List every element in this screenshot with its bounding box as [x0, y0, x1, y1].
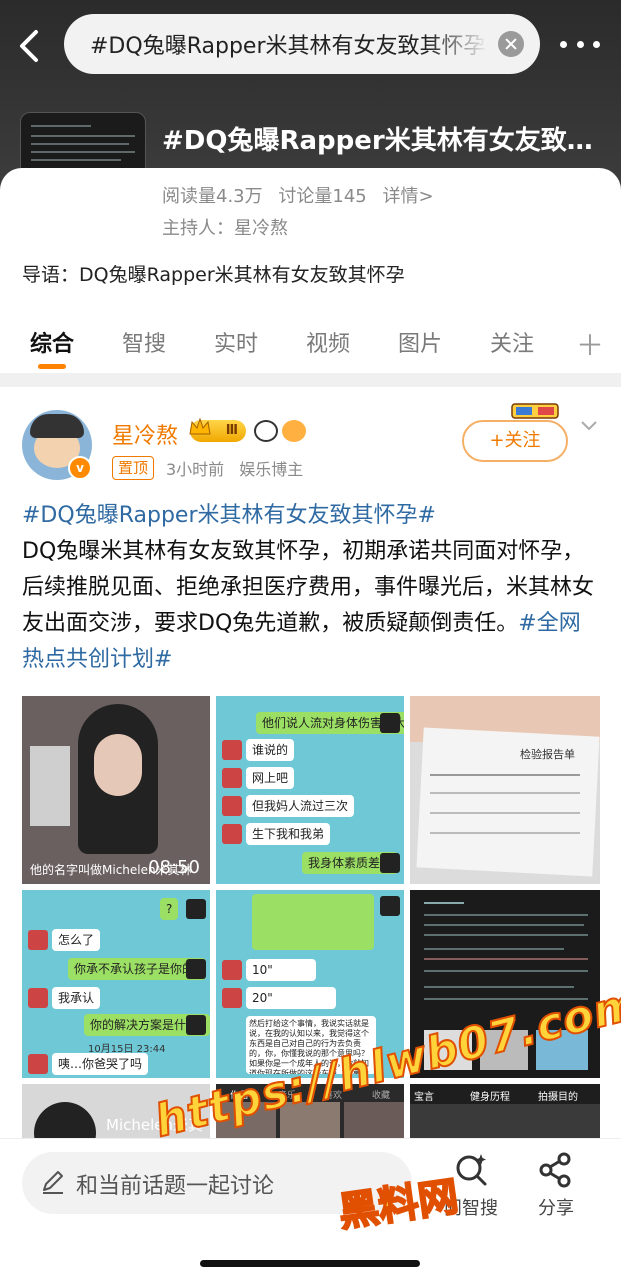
chevron-down-icon[interactable] — [580, 420, 598, 432]
fitness-screenshot[interactable]: 宝言 健身历程 拍摄目的 — [410, 1084, 600, 1144]
glasses-decoration-icon — [511, 403, 559, 419]
active-tab-indicator — [38, 364, 66, 369]
pinned-badge: 置顶 — [112, 456, 155, 480]
topic-intro: 导语：DQ兔曝Rapper米其林有女友致其怀孕 — [22, 264, 405, 286]
tab-smart-search[interactable]: 智搜 — [122, 326, 166, 358]
discussion-count: 讨论量145 — [278, 186, 367, 207]
tab-realtime[interactable]: 实时 — [214, 326, 258, 358]
pencil-icon — [43, 1171, 63, 1194]
crown-icon — [189, 417, 211, 435]
tab-comprehensive[interactable]: 综合 — [30, 326, 74, 358]
add-tab-icon[interactable]: ＋ — [576, 324, 604, 364]
details-link[interactable]: 详情> — [382, 186, 433, 207]
pufferfish-icon — [282, 420, 306, 442]
video-thumbnail[interactable]: 他的名字叫做Michelen米其林 08:50 — [22, 696, 210, 884]
post-source: 娱乐博主 — [239, 460, 304, 479]
verified-badge-icon: v — [68, 456, 92, 480]
more-icon[interactable] — [560, 36, 600, 52]
tab-images[interactable]: 图片 — [398, 326, 442, 358]
read-count: 阅读量4.3万 — [162, 186, 263, 207]
smart-search-icon — [456, 1154, 487, 1186]
share-icon — [539, 1152, 571, 1188]
section-divider — [0, 373, 621, 387]
username[interactable]: 星冷熬 — [112, 418, 178, 450]
tab-video[interactable]: 视频 — [306, 326, 350, 358]
back-icon[interactable] — [14, 26, 46, 66]
search-input[interactable]: #DQ兔曝Rapper米其林有女友致其怀孕# — [90, 28, 488, 60]
clear-icon[interactable] — [498, 31, 524, 57]
topic-host[interactable]: 主持人：星冷熬 — [162, 214, 288, 240]
post-body: DQ兔曝米其林有女友致其怀孕，初期承诺共同面对怀孕，后续推脱见面、拒绝承担医疗费… — [22, 539, 595, 672]
follow-button[interactable]: +关注 — [462, 420, 568, 462]
tab-bar: 综合 智搜 实时 视频 图片 关注 ＋ — [0, 320, 621, 370]
medical-report-image[interactable]: 检验报告单 — [410, 696, 600, 884]
topic-stats: 阅读量4.3万 讨论量145 详情> — [162, 182, 444, 208]
tab-following[interactable]: 关注 — [490, 326, 534, 358]
share-button[interactable]: 分享 — [526, 1150, 586, 1220]
chat-screenshot-1[interactable]: 他们说人流对身体伤害巨大 谁说的 网上吧 但我妈人流过三次 生下我和我弟 我身体… — [216, 696, 404, 884]
search-bar[interactable]: #DQ兔曝Rapper米其林有女友致其怀孕# — [64, 14, 540, 74]
chat-screenshot-2[interactable]: ? 怎么了 你承不承认孩子是你的? 我承认 你的解决方案是什么? 10月15日 … — [22, 890, 210, 1078]
video-duration: 08:50 — [148, 857, 200, 878]
post-meta: 3小时前 娱乐博主 — [166, 456, 313, 480]
home-indicator — [200, 1260, 420, 1267]
topic-title: #DQ兔曝Rapper米其林有女友致其怀孕# — [162, 126, 602, 156]
post-hashtag[interactable]: #DQ兔曝Rapper米其林有女友致其怀孕# — [22, 498, 602, 534]
post-time: 3小时前 — [166, 460, 225, 479]
panda-icon — [254, 420, 278, 442]
